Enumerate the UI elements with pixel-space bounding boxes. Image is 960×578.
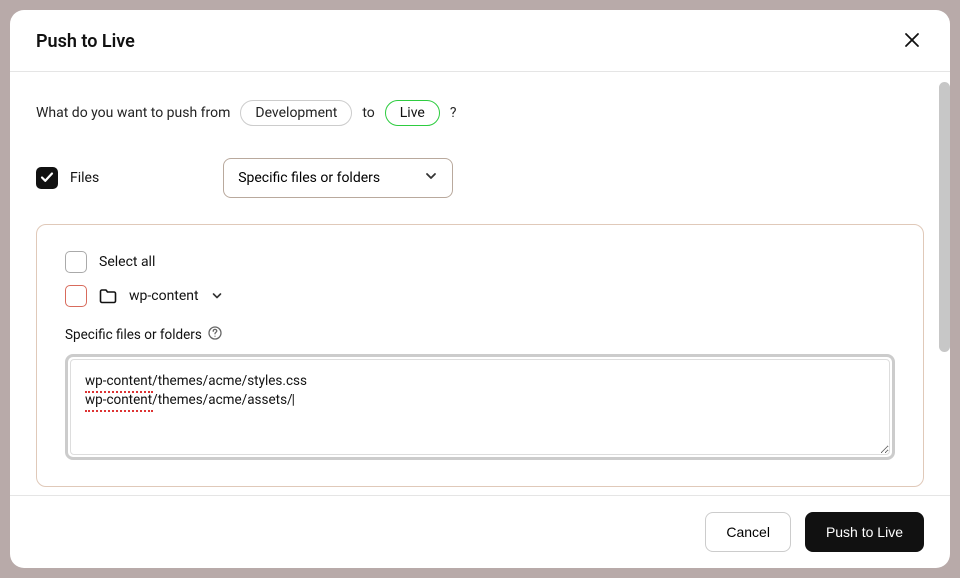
file-selection-panel: Select all wp-content Specific files or … bbox=[36, 224, 924, 487]
select-value: Specific files or folders bbox=[238, 170, 380, 186]
check-icon bbox=[40, 169, 54, 188]
modal-footer: Cancel Push to Live bbox=[10, 495, 950, 568]
modal-title: Push to Live bbox=[36, 31, 135, 52]
text-cursor: | bbox=[292, 392, 295, 408]
tree-root-row: wp-content bbox=[65, 285, 895, 307]
close-icon bbox=[904, 32, 920, 51]
modal-header: Push to Live bbox=[10, 10, 950, 71]
expand-wp-content[interactable] bbox=[211, 287, 223, 306]
paths-label: Specific files or folders bbox=[65, 327, 202, 343]
push-to-live-modal: Push to Live What do you want to push fr… bbox=[10, 10, 950, 568]
chevron-down-icon bbox=[211, 287, 223, 306]
source-env-pill: Development bbox=[240, 100, 352, 126]
prompt-suffix: ? bbox=[450, 105, 457, 121]
files-scope-select[interactable]: Specific files or folders bbox=[223, 158, 453, 198]
prompt-mid: to bbox=[362, 105, 374, 121]
select-all-label: Select all bbox=[99, 254, 155, 270]
select-all-checkbox[interactable] bbox=[65, 251, 87, 273]
wp-content-checkbox[interactable] bbox=[65, 285, 87, 307]
prompt-prefix: What do you want to push from bbox=[36, 105, 230, 121]
paths-textarea[interactable]: wp-content/themes/acme/styles.csswp-cont… bbox=[70, 359, 890, 455]
prompt-row: What do you want to push from Developmen… bbox=[36, 100, 924, 126]
modal-body: What do you want to push from Developmen… bbox=[10, 72, 950, 495]
target-env-pill: Live bbox=[385, 100, 440, 126]
cancel-button[interactable]: Cancel bbox=[705, 512, 791, 552]
close-button[interactable] bbox=[900, 28, 924, 55]
files-label: Files bbox=[70, 170, 99, 186]
files-checkbox[interactable] bbox=[36, 167, 58, 189]
textarea-line: wp-content/themes/acme/assets/| bbox=[85, 391, 295, 410]
push-to-live-button[interactable]: Push to Live bbox=[805, 512, 924, 552]
paths-label-row: Specific files or folders bbox=[65, 325, 895, 344]
chevron-down-icon bbox=[424, 169, 438, 187]
spellcheck-underline bbox=[85, 410, 153, 412]
wp-content-label: wp-content bbox=[129, 288, 199, 304]
scrollbar-thumb[interactable] bbox=[939, 82, 950, 352]
files-checkbox-wrapper: Files bbox=[36, 167, 99, 189]
select-all-row: Select all bbox=[65, 251, 895, 273]
textarea-line: wp-content/themes/acme/styles.css bbox=[85, 372, 307, 391]
paths-textarea-wrap: wp-content/themes/acme/styles.csswp-cont… bbox=[65, 354, 895, 460]
folder-icon bbox=[99, 288, 117, 304]
files-row: Files Specific files or folders bbox=[36, 158, 924, 198]
help-icon[interactable] bbox=[208, 325, 222, 344]
